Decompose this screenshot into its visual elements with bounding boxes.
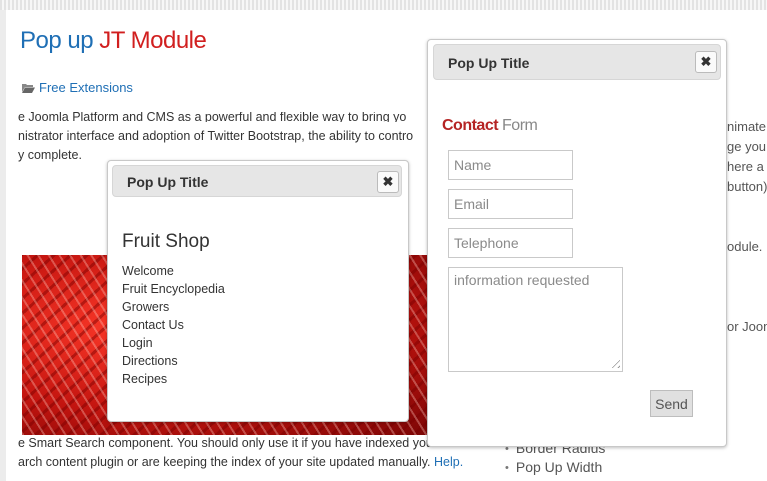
bottom-text-line1: e Smart Search component. You should onl… — [18, 436, 488, 450]
category-link[interactable]: Free Extensions — [22, 80, 133, 95]
popup-left-title: Pop Up Title — [127, 174, 209, 190]
body-text-line3: y complete. — [18, 148, 82, 162]
right-text-1: nimate — [727, 119, 767, 134]
category-label: Free Extensions — [39, 80, 133, 95]
list-item-popup-width: Pop Up Width — [505, 459, 602, 475]
right-text-3: here a — [727, 159, 764, 174]
contact-form-heading: Contact Form — [442, 117, 538, 135]
left-edge — [0, 10, 6, 481]
body-text-line1: e Joomla Platform and CMS as a powerful … — [18, 112, 407, 122]
close-icon: ✖ — [382, 174, 394, 189]
popup-left-header: Pop Up Title — [112, 165, 402, 197]
menu-item-contact-us[interactable]: Contact Us — [122, 318, 184, 332]
page-title-part1: Pop up — [20, 27, 94, 54]
bottom-text-line2: arch content plugin or are keeping the i… — [18, 455, 463, 469]
top-border-stripe — [0, 0, 767, 10]
popup-right-header: Pop Up Title — [433, 44, 721, 80]
right-text-6: or Joom — [727, 319, 767, 334]
send-button[interactable]: Send — [650, 390, 693, 417]
contact-heading-word2: Form — [502, 117, 538, 134]
popup-right-title: Pop Up Title — [448, 55, 530, 71]
right-text-2: ge you — [727, 139, 767, 154]
body-text-line2: nistrator interface and adoption of Twit… — [18, 129, 414, 143]
menu-item-directions[interactable]: Directions — [122, 354, 178, 368]
name-field[interactable] — [448, 150, 573, 180]
popup-left-close-button[interactable]: ✖ — [377, 171, 399, 193]
menu-item-fruit-encyclopedia[interactable]: Fruit Encyclopedia — [122, 282, 225, 296]
contact-heading-word1: Contact — [442, 117, 499, 134]
popup-right-close-button[interactable]: ✖ — [695, 51, 717, 73]
menu-item-growers[interactable]: Growers — [122, 300, 169, 314]
menu-item-login[interactable]: Login — [122, 336, 153, 350]
help-link[interactable]: Help. — [434, 455, 463, 469]
telephone-field[interactable] — [448, 228, 573, 258]
close-icon: ✖ — [700, 54, 712, 69]
folder-open-icon — [22, 83, 35, 93]
message-textarea[interactable] — [448, 267, 623, 372]
right-text-5: odule. — [727, 239, 763, 254]
menu-item-recipes[interactable]: Recipes — [122, 372, 167, 386]
fruit-shop-title: Fruit Shop — [122, 231, 210, 252]
page-title-part2: JT Module — [99, 27, 207, 54]
email-field[interactable] — [448, 189, 573, 219]
page-title: Pop up JT Module — [20, 27, 207, 55]
bottom-text-line2-body: arch content plugin or are keeping the i… — [18, 455, 431, 469]
right-text-4: button) — [727, 179, 767, 194]
menu-item-welcome[interactable]: Welcome — [122, 264, 174, 278]
